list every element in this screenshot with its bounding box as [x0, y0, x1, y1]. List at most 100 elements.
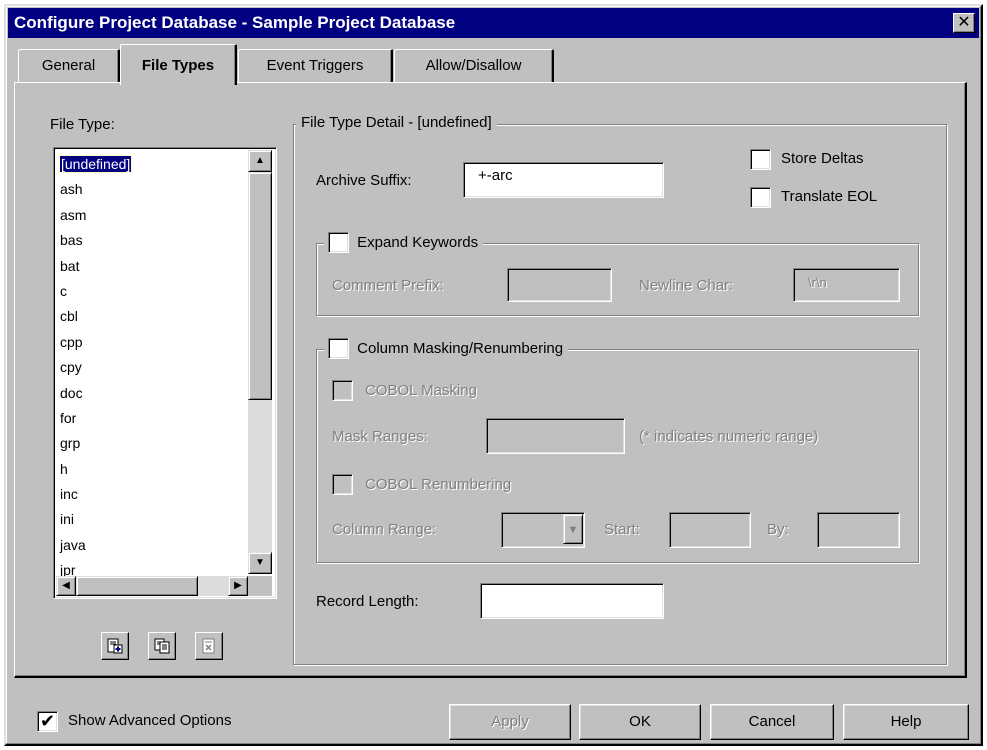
expand-keywords-checkbox[interactable] [328, 232, 349, 253]
tab-label: Allow/Disallow [425, 57, 522, 74]
list-item-label: asm [60, 206, 87, 223]
list-item-label: [undefined] [58, 155, 133, 173]
newline-char-input[interactable]: \r\n [793, 268, 900, 302]
record-length-input[interactable] [480, 583, 664, 619]
list-item[interactable]: inc [58, 482, 248, 507]
list-item[interactable]: [undefined] [58, 152, 248, 177]
start-label: Start: [604, 521, 640, 538]
list-item[interactable]: doc [58, 381, 248, 406]
file-type-detail-title: File Type Detail - [undefined] [296, 114, 497, 131]
list-items: [undefined] ash asm bas bat c cbl cpp cpy doc for g… [58, 152, 248, 584]
comment-prefix-label: Comment Prefix: [332, 277, 444, 294]
close-button[interactable]: ✕ [953, 13, 975, 33]
cobol-masking-label: COBOL Masking [365, 382, 477, 399]
list-item-label: bat [60, 257, 80, 274]
list-item[interactable]: c [58, 279, 248, 304]
translate-eol-checkbox[interactable] [750, 187, 771, 208]
list-item[interactable]: grp [58, 431, 248, 456]
list-item[interactable]: bat [58, 254, 248, 279]
add-file-type-button[interactable] [101, 632, 129, 660]
newline-char-label: Newline Char: [639, 277, 734, 294]
list-item-label: cpp [60, 333, 83, 350]
list-item[interactable]: h [58, 457, 248, 482]
chevron-down-icon: ▼ [567, 524, 579, 536]
hscroll-thumb[interactable] [76, 576, 198, 596]
cobol-masking-checkbox[interactable] [332, 380, 353, 401]
cobol-renumbering-checkbox[interactable] [332, 474, 353, 495]
list-item[interactable]: asm [58, 203, 248, 228]
list-item-label: c [60, 282, 67, 299]
help-button[interactable]: Help [843, 704, 969, 740]
list-item-label: for [60, 409, 77, 426]
record-length-label: Record Length: [316, 593, 419, 610]
list-item[interactable]: java [58, 533, 248, 558]
column-masking-label: Column Masking/Renumbering [357, 340, 564, 357]
tab-event-triggers[interactable]: Event Triggers [238, 49, 393, 83]
list-item[interactable]: cpp [58, 330, 248, 355]
list-item[interactable]: ash [58, 177, 248, 202]
vertical-scrollbar[interactable]: ▲ ▼ [248, 150, 272, 574]
list-item-label: grp [60, 435, 81, 452]
mask-ranges-hint: (* indicates numeric range) [639, 428, 819, 445]
checkmark-icon: ✔ [40, 711, 56, 731]
add-document-icon [107, 638, 123, 654]
tab-label: Event Triggers [266, 57, 364, 74]
column-masking-legend: Column Masking/Renumbering [324, 338, 569, 362]
list-item[interactable]: bas [58, 228, 248, 253]
ok-button[interactable]: OK [579, 704, 701, 740]
list-item-label: inc [60, 486, 78, 503]
arrow-up-icon: ▲ [255, 155, 265, 166]
newline-char-value: \r\n [808, 275, 827, 290]
horizontal-scrollbar[interactable]: ◀ ▶ [56, 576, 248, 596]
list-item-label: java [60, 536, 86, 553]
tab-label: General [41, 57, 96, 74]
translate-eol-label: Translate EOL [781, 188, 878, 205]
store-deltas-checkbox[interactable] [750, 149, 771, 170]
archive-suffix-label: Archive Suffix: [316, 172, 412, 189]
column-range-label: Column Range: [332, 521, 437, 538]
list-item[interactable]: ini [58, 507, 248, 532]
column-range-select[interactable]: ▼ [501, 512, 585, 548]
list-item-label: ini [60, 511, 75, 528]
list-item-label: cpy [60, 359, 82, 376]
title-bar[interactable]: Configure Project Database - Sample Proj… [8, 8, 979, 38]
list-item-label: doc [60, 384, 83, 401]
column-range-dropdown-button[interactable]: ▼ [563, 514, 583, 544]
cobol-renumbering-label: COBOL Renumbering [365, 476, 512, 493]
archive-suffix-value: +-arc [478, 167, 513, 184]
tab-general[interactable]: General [18, 49, 120, 83]
file-type-label: File Type: [50, 116, 115, 133]
delete-document-icon [202, 638, 215, 654]
tab-allow-disallow[interactable]: Allow/Disallow [394, 49, 554, 83]
archive-suffix-input[interactable]: +-arc [463, 162, 664, 198]
mask-ranges-input[interactable] [486, 418, 625, 454]
copy-file-type-button[interactable] [148, 632, 176, 660]
delete-file-type-button[interactable] [195, 632, 223, 660]
by-input[interactable] [817, 512, 900, 548]
scroll-down-button[interactable]: ▼ [248, 552, 272, 574]
apply-button[interactable]: Apply [449, 704, 571, 740]
list-item[interactable]: cpy [58, 355, 248, 380]
scroll-up-button[interactable]: ▲ [248, 150, 272, 172]
comment-prefix-input[interactable] [507, 268, 612, 302]
scroll-left-button[interactable]: ◀ [56, 576, 76, 596]
start-input[interactable] [669, 512, 751, 548]
mask-ranges-label: Mask Ranges: [332, 428, 428, 445]
column-masking-checkbox[interactable] [328, 338, 349, 359]
scroll-corner [248, 576, 272, 596]
arrow-right-icon: ▶ [234, 580, 242, 591]
expand-keywords-label: Expand Keywords [357, 234, 479, 251]
list-item[interactable]: for [58, 406, 248, 431]
list-item-label: bas [60, 232, 83, 249]
list-item[interactable]: cbl [58, 304, 248, 329]
expand-keywords-legend: Expand Keywords [324, 232, 484, 256]
scroll-right-button[interactable]: ▶ [228, 576, 248, 596]
scroll-thumb[interactable] [248, 172, 272, 400]
cancel-button[interactable]: Cancel [710, 704, 834, 740]
close-icon: ✕ [957, 12, 971, 31]
tab-file-types[interactable]: File Types [120, 44, 237, 85]
arrow-down-icon: ▼ [255, 557, 265, 568]
list-item-label: ash [60, 181, 83, 198]
file-type-list[interactable]: [undefined] ash asm bas bat c cbl cpp cpy doc for g… [53, 147, 277, 599]
show-advanced-checkbox[interactable]: ✔ [37, 711, 58, 732]
